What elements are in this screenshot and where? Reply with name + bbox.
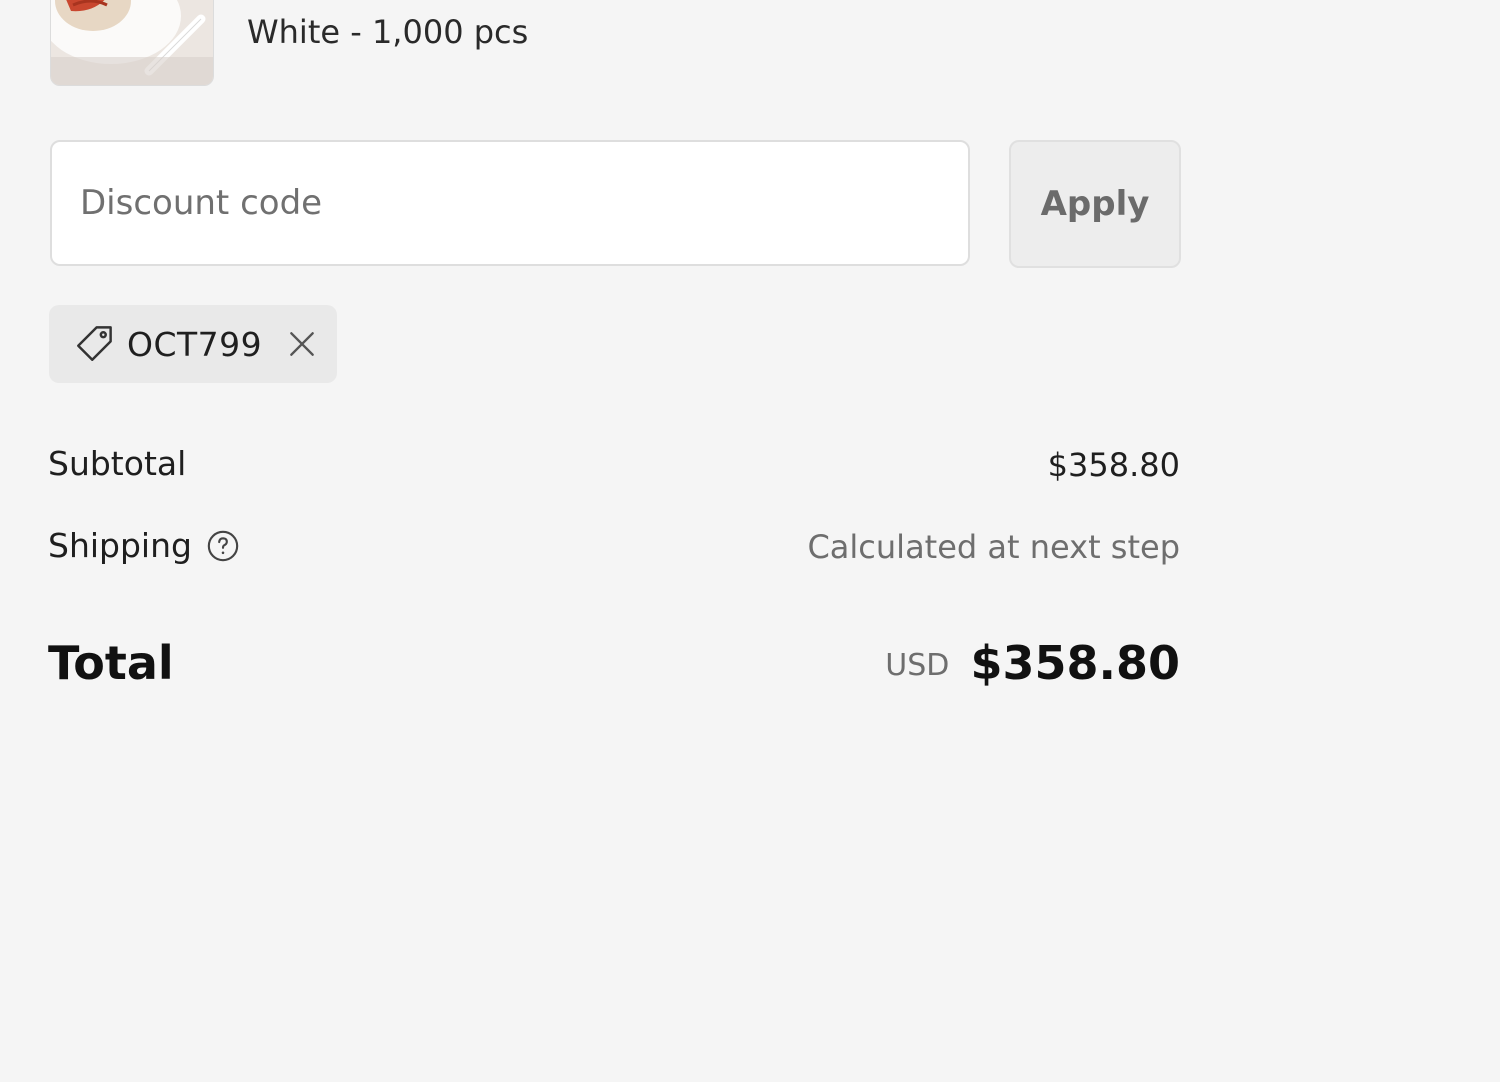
subtotal-value: $358.80: [1047, 446, 1180, 484]
help-icon[interactable]: [206, 529, 240, 563]
product-image: [51, 0, 213, 85]
discount-code-text: OCT799: [127, 324, 263, 364]
total-value: USD $358.80: [885, 636, 1180, 690]
total-label: Total: [48, 636, 174, 690]
subtotal-label: Subtotal: [48, 444, 187, 483]
discount-code-input[interactable]: [50, 140, 970, 266]
shipping-row-label: Shipping: [48, 526, 240, 565]
applied-discount-chip: OCT799: [49, 305, 337, 383]
shipping-label: Shipping: [48, 526, 192, 565]
apply-button[interactable]: Apply: [1009, 140, 1181, 268]
shipping-value: Calculated at next step: [807, 528, 1180, 566]
product-thumbnail: [50, 0, 214, 86]
product-variant: White - 1,000 pcs: [247, 13, 529, 51]
order-summary: White - 1,000 pcs Apply OCT799 Subtotal …: [0, 0, 1500, 1082]
total-amount: $358.80: [970, 636, 1180, 690]
tag-icon: [73, 323, 115, 365]
currency-code: USD: [885, 648, 950, 683]
close-icon[interactable]: [286, 328, 318, 360]
